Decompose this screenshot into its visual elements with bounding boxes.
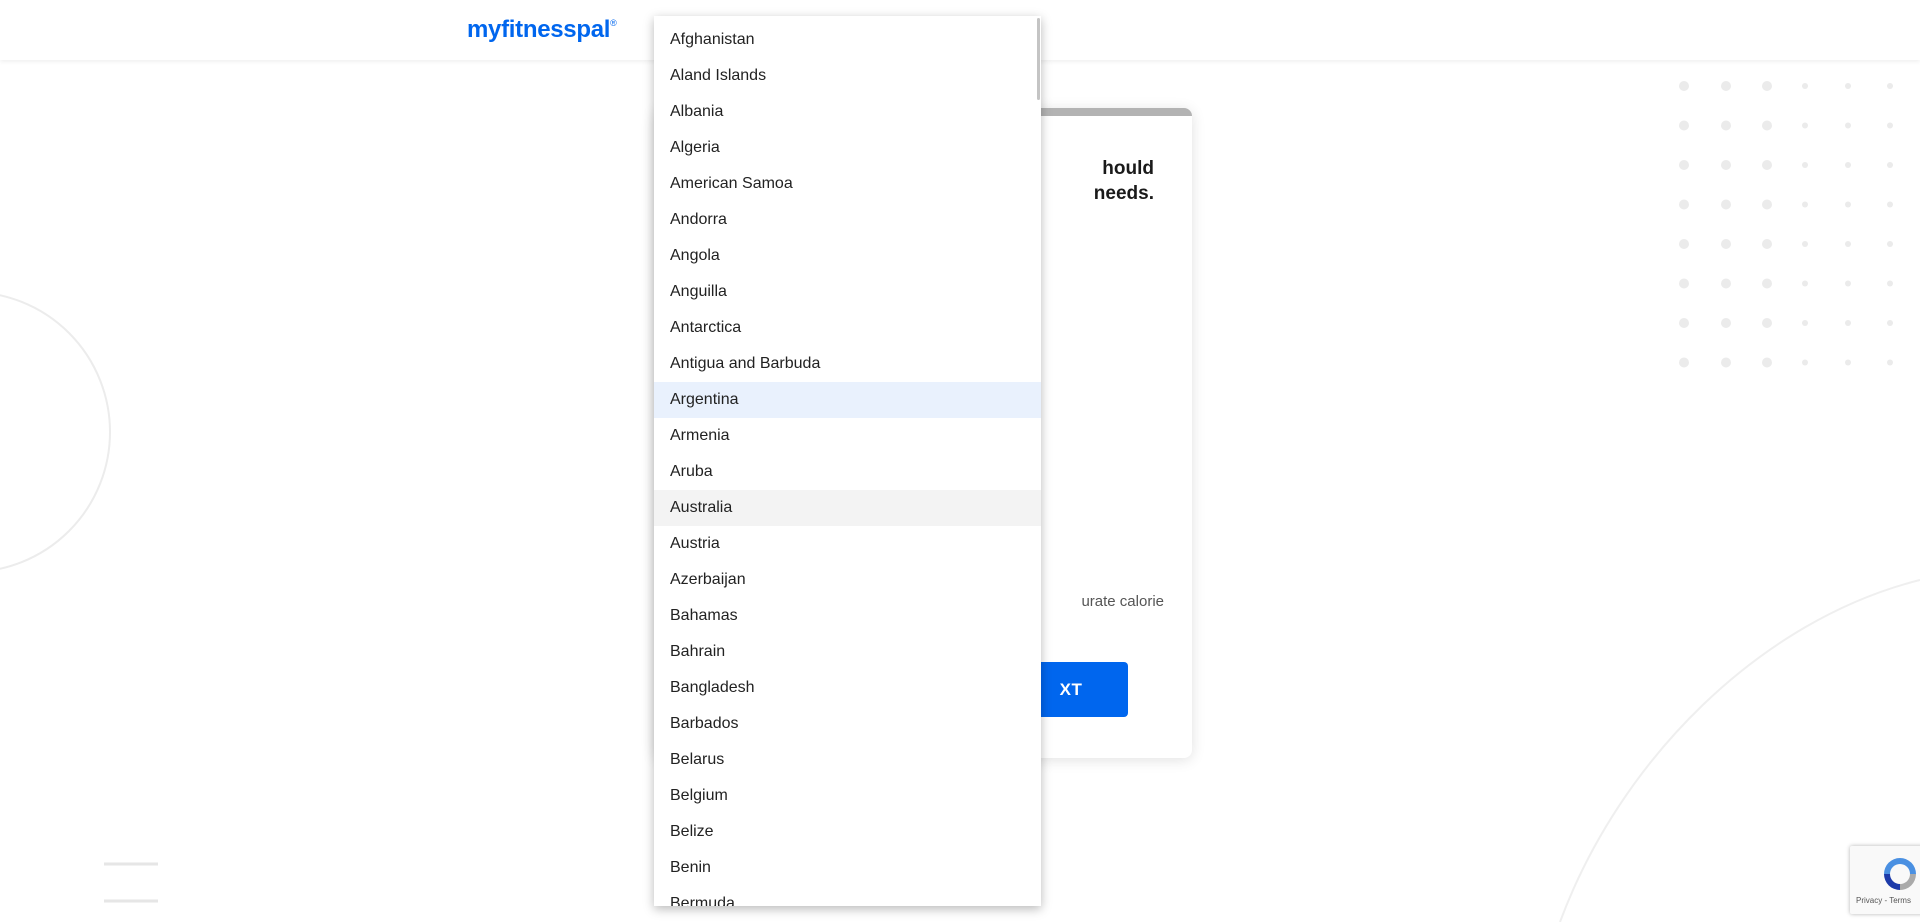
country-option[interactable]: Austria: [654, 526, 1041, 562]
country-option[interactable]: Azerbaijan: [654, 562, 1041, 598]
country-dropdown-list[interactable]: Afghanistan Aland Islands Albania Algeria Am…: [654, 16, 1041, 906]
recaptcha-terms-text: Privacy - Terms: [1856, 896, 1911, 905]
country-option[interactable]: Bermuda: [654, 886, 1041, 906]
country-option[interactable]: Aruba: [654, 454, 1041, 490]
country-option[interactable]: Antarctica: [654, 310, 1041, 346]
country-option[interactable]: Belgium: [654, 778, 1041, 814]
country-option[interactable]: Aland Islands: [654, 58, 1041, 94]
country-option[interactable]: Belarus: [654, 742, 1041, 778]
myfitnesspal-logo[interactable]: myfitnesspal®: [467, 16, 617, 44]
country-option[interactable]: Argentina: [654, 382, 1041, 418]
country-option[interactable]: Barbados: [654, 706, 1041, 742]
country-option[interactable]: Bahrain: [654, 634, 1041, 670]
country-option[interactable]: Armenia: [654, 418, 1041, 454]
logo-registered-mark: ®: [610, 18, 617, 28]
country-options: Afghanistan Aland Islands Albania Algeria Am…: [654, 16, 1041, 906]
recaptcha-badge[interactable]: Privacy - Terms: [1850, 846, 1920, 914]
country-option[interactable]: Benin: [654, 850, 1041, 886]
country-option[interactable]: Algeria: [654, 130, 1041, 166]
dropdown-scrollbar[interactable]: [1037, 16, 1041, 906]
country-option[interactable]: Angola: [654, 238, 1041, 274]
country-option[interactable]: Andorra: [654, 202, 1041, 238]
country-option[interactable]: American Samoa: [654, 166, 1041, 202]
country-option[interactable]: Anguilla: [654, 274, 1041, 310]
country-option[interactable]: Antigua and Barbuda: [654, 346, 1041, 382]
country-option[interactable]: Albania: [654, 94, 1041, 130]
country-option[interactable]: Belize: [654, 814, 1041, 850]
country-option[interactable]: Australia: [654, 490, 1041, 526]
country-option[interactable]: Bangladesh: [654, 670, 1041, 706]
recaptcha-icon: [1884, 858, 1916, 890]
country-option[interactable]: Bahamas: [654, 598, 1041, 634]
country-option[interactable]: Afghanistan: [654, 22, 1041, 58]
scrollbar-thumb[interactable]: [1037, 18, 1040, 100]
logo-text: myfitnesspal: [467, 16, 611, 43]
